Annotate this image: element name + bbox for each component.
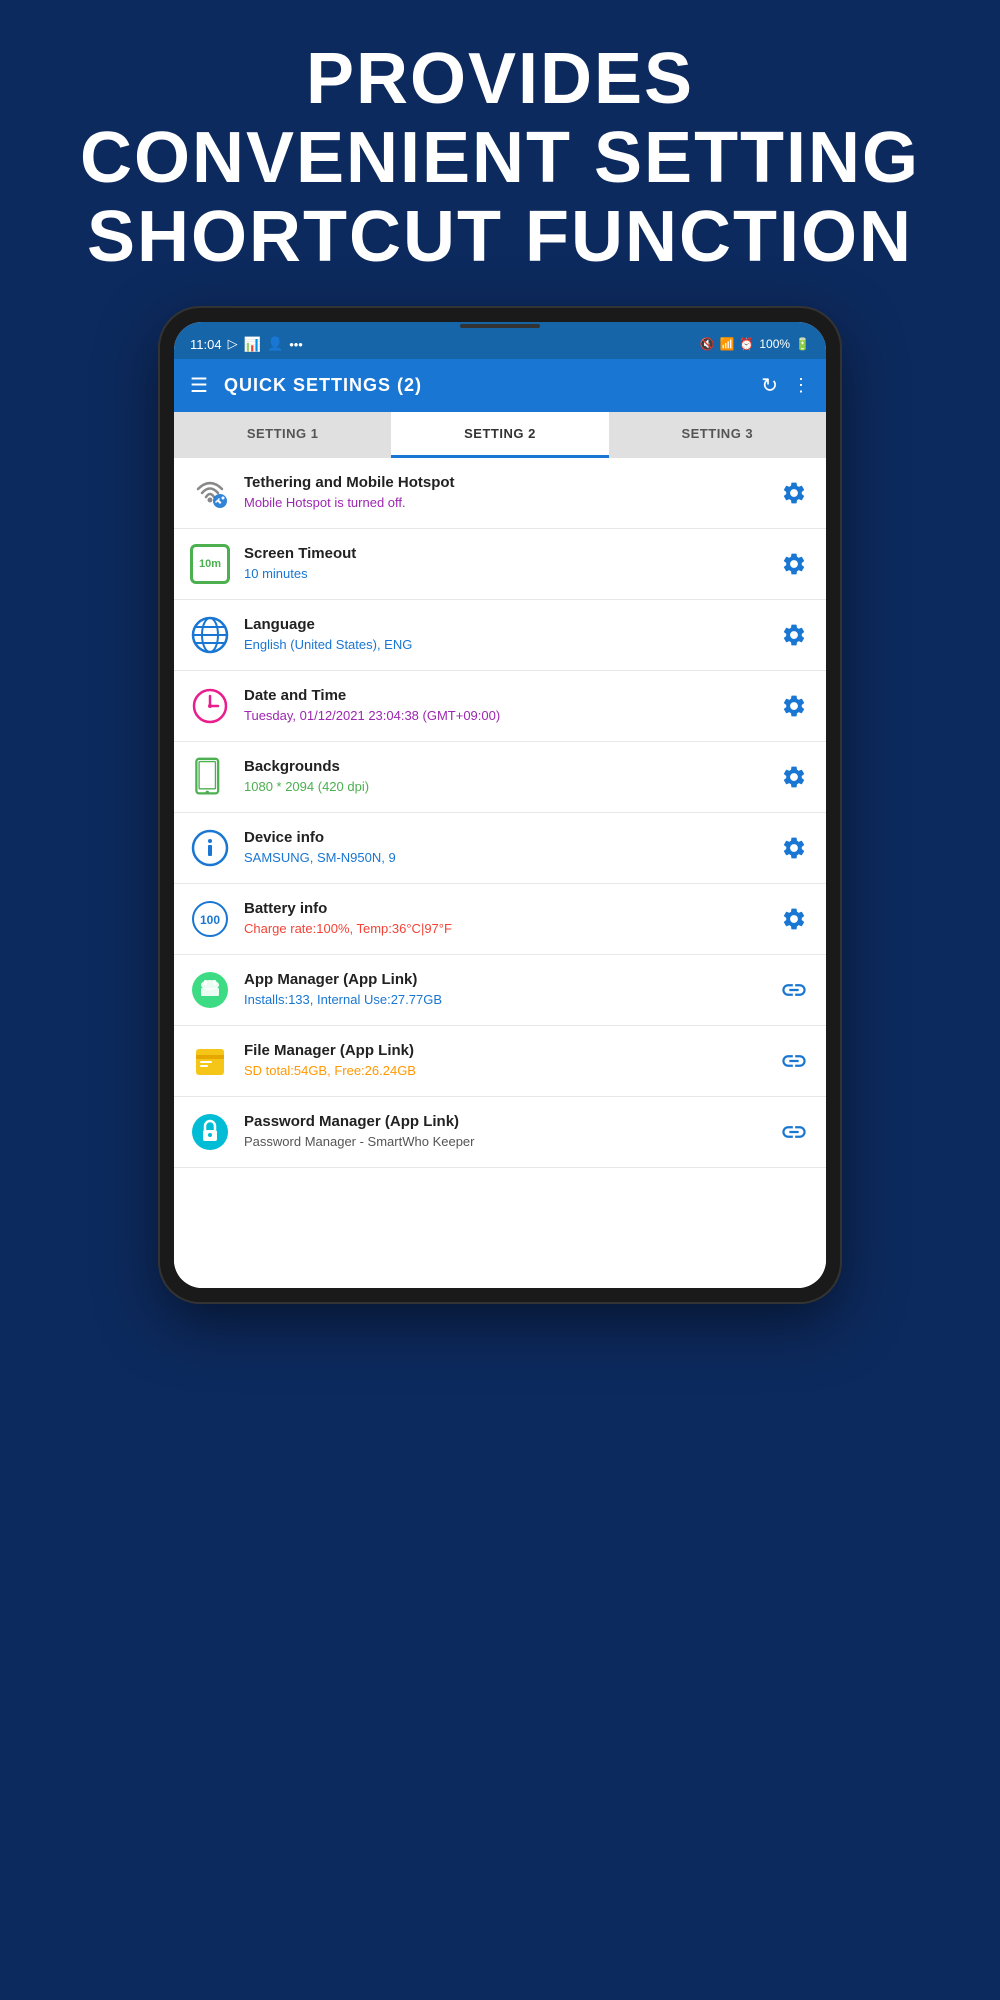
language-sub: English (United States), ENG <box>244 636 764 654</box>
battery-info-sub: Charge rate:100%, Temp:36°C|97°F <box>244 920 764 938</box>
tethering-title: Tethering and Mobile Hotspot <box>244 473 764 493</box>
screen-timeout-sub: 10 minutes <box>244 565 764 583</box>
battery-info-icon: 100 <box>188 897 232 941</box>
language-icon <box>188 613 232 657</box>
battery-info-content: Battery info Charge rate:100%, Temp:36°C… <box>244 899 764 938</box>
tethering-content: Tethering and Mobile Hotspot Mobile Hots… <box>244 473 764 512</box>
settings-list: Tethering and Mobile Hotspot Mobile Hots… <box>174 458 826 1168</box>
file-manager-icon <box>188 1039 232 1083</box>
tethering-gear[interactable] <box>776 475 812 511</box>
app-bar-icons: ↻ ⋮ <box>761 373 810 398</box>
battery-text: 100% <box>759 337 790 351</box>
status-right: 🔇 📶 ⏰ 100% 🔋 <box>699 337 810 351</box>
datetime-icon <box>188 684 232 728</box>
phone-screen: 11:04 ▷ 📊 👤 ••• 🔇 📶 ⏰ 100% 🔋 ☰ QUICK SET… <box>174 322 826 1288</box>
notch-bar <box>460 324 540 328</box>
backgrounds-sub: 1080 * 2094 (420 dpi) <box>244 778 764 796</box>
bar-chart-icon: 📊 <box>244 336 261 353</box>
password-manager-content: Password Manager (App Link) Password Man… <box>244 1112 764 1151</box>
phone-frame: 11:04 ▷ 📊 👤 ••• 🔇 📶 ⏰ 100% 🔋 ☰ QUICK SET… <box>160 308 840 1302</box>
device-info-title: Device info <box>244 828 764 848</box>
battery-info-title: Battery info <box>244 899 764 919</box>
setting-item-file-manager[interactable]: File Manager (App Link) SD total:54GB, F… <box>174 1026 826 1097</box>
hero-line3: SHORTCUT FUNCTION <box>60 198 940 277</box>
file-manager-sub: SD total:54GB, Free:26.24GB <box>244 1062 764 1080</box>
tethering-icon <box>188 471 232 515</box>
svg-text:100: 100 <box>200 913 220 927</box>
refresh-button[interactable]: ↻ <box>761 373 778 398</box>
password-manager-title: Password Manager (App Link) <box>244 1112 764 1132</box>
person-icon: 👤 <box>267 336 283 352</box>
hero-line1: PROVIDES <box>60 40 940 119</box>
backgrounds-gear[interactable] <box>776 759 812 795</box>
play-icon: ▷ <box>228 336 238 352</box>
battery-info-gear[interactable] <box>776 901 812 937</box>
status-left: 11:04 ▷ 📊 👤 ••• <box>190 336 303 353</box>
device-info-gear[interactable] <box>776 830 812 866</box>
app-bar-title: QUICK SETTINGS (2) <box>224 375 745 396</box>
dots-status: ••• <box>289 337 303 352</box>
screen-timeout-gear[interactable] <box>776 546 812 582</box>
more-options-button[interactable]: ⋮ <box>792 375 810 396</box>
app-manager-link[interactable] <box>776 972 812 1008</box>
menu-button[interactable]: ☰ <box>190 373 208 398</box>
setting-item-screen-timeout[interactable]: 10m Screen Timeout 10 minutes <box>174 529 826 600</box>
backgrounds-icon <box>188 755 232 799</box>
app-manager-icon <box>188 968 232 1012</box>
screen-timeout-icon: 10m <box>188 542 232 586</box>
password-manager-icon <box>188 1110 232 1154</box>
phone-notch <box>174 322 826 330</box>
setting-item-app-manager[interactable]: App Manager (App Link) Installs:133, Int… <box>174 955 826 1026</box>
datetime-title: Date and Time <box>244 686 764 706</box>
screen-timeout-content: Screen Timeout 10 minutes <box>244 544 764 583</box>
tab-setting2[interactable]: SETTING 2 <box>391 412 608 458</box>
mute-icon: 🔇 <box>699 337 714 351</box>
file-manager-title: File Manager (App Link) <box>244 1041 764 1061</box>
language-gear[interactable] <box>776 617 812 653</box>
tab-setting1[interactable]: SETTING 1 <box>174 412 391 458</box>
bottom-spacer <box>174 1168 826 1288</box>
backgrounds-content: Backgrounds 1080 * 2094 (420 dpi) <box>244 757 764 796</box>
setting-item-device-info[interactable]: Device info SAMSUNG, SM-N950N, 9 <box>174 813 826 884</box>
alarm-icon: ⏰ <box>739 337 754 351</box>
status-time: 11:04 <box>190 337 222 352</box>
password-manager-sub: Password Manager - SmartWho Keeper <box>244 1133 764 1151</box>
app-manager-sub: Installs:133, Internal Use:27.77GB <box>244 991 764 1009</box>
setting-item-backgrounds[interactable]: Backgrounds 1080 * 2094 (420 dpi) <box>174 742 826 813</box>
language-title: Language <box>244 615 764 635</box>
password-manager-link[interactable] <box>776 1114 812 1150</box>
tabs-bar: SETTING 1 SETTING 2 SETTING 3 <box>174 412 826 458</box>
language-content: Language English (United States), ENG <box>244 615 764 654</box>
app-manager-title: App Manager (App Link) <box>244 970 764 990</box>
datetime-sub: Tuesday, 01/12/2021 23:04:38 (GMT+09:00) <box>244 707 764 725</box>
datetime-gear[interactable] <box>776 688 812 724</box>
setting-item-battery-info[interactable]: 100 Battery info Charge rate:100%, Temp:… <box>174 884 826 955</box>
setting-item-datetime[interactable]: Date and Time Tuesday, 01/12/2021 23:04:… <box>174 671 826 742</box>
battery-icon: 🔋 <box>795 337 810 351</box>
app-bar: ☰ QUICK SETTINGS (2) ↻ ⋮ <box>174 359 826 412</box>
screen-timeout-title: Screen Timeout <box>244 544 764 564</box>
status-bar: 11:04 ▷ 📊 👤 ••• 🔇 📶 ⏰ 100% 🔋 <box>174 330 826 359</box>
file-manager-link[interactable] <box>776 1043 812 1079</box>
setting-item-tethering[interactable]: Tethering and Mobile Hotspot Mobile Hots… <box>174 458 826 529</box>
datetime-content: Date and Time Tuesday, 01/12/2021 23:04:… <box>244 686 764 725</box>
app-manager-content: App Manager (App Link) Installs:133, Int… <box>244 970 764 1009</box>
file-manager-content: File Manager (App Link) SD total:54GB, F… <box>244 1041 764 1080</box>
tethering-sub: Mobile Hotspot is turned off. <box>244 494 764 512</box>
device-info-sub: SAMSUNG, SM-N950N, 9 <box>244 849 764 867</box>
wifi-icon: 📶 <box>719 337 734 351</box>
setting-item-password-manager[interactable]: Password Manager (App Link) Password Man… <box>174 1097 826 1168</box>
tab-setting3[interactable]: SETTING 3 <box>609 412 826 458</box>
hero-section: PROVIDES CONVENIENT SETTING SHORTCUT FUN… <box>0 0 1000 308</box>
setting-item-language[interactable]: Language English (United States), ENG <box>174 600 826 671</box>
device-info-content: Device info SAMSUNG, SM-N950N, 9 <box>244 828 764 867</box>
hero-line2: CONVENIENT SETTING <box>60 119 940 198</box>
device-info-icon <box>188 826 232 870</box>
backgrounds-title: Backgrounds <box>244 757 764 777</box>
